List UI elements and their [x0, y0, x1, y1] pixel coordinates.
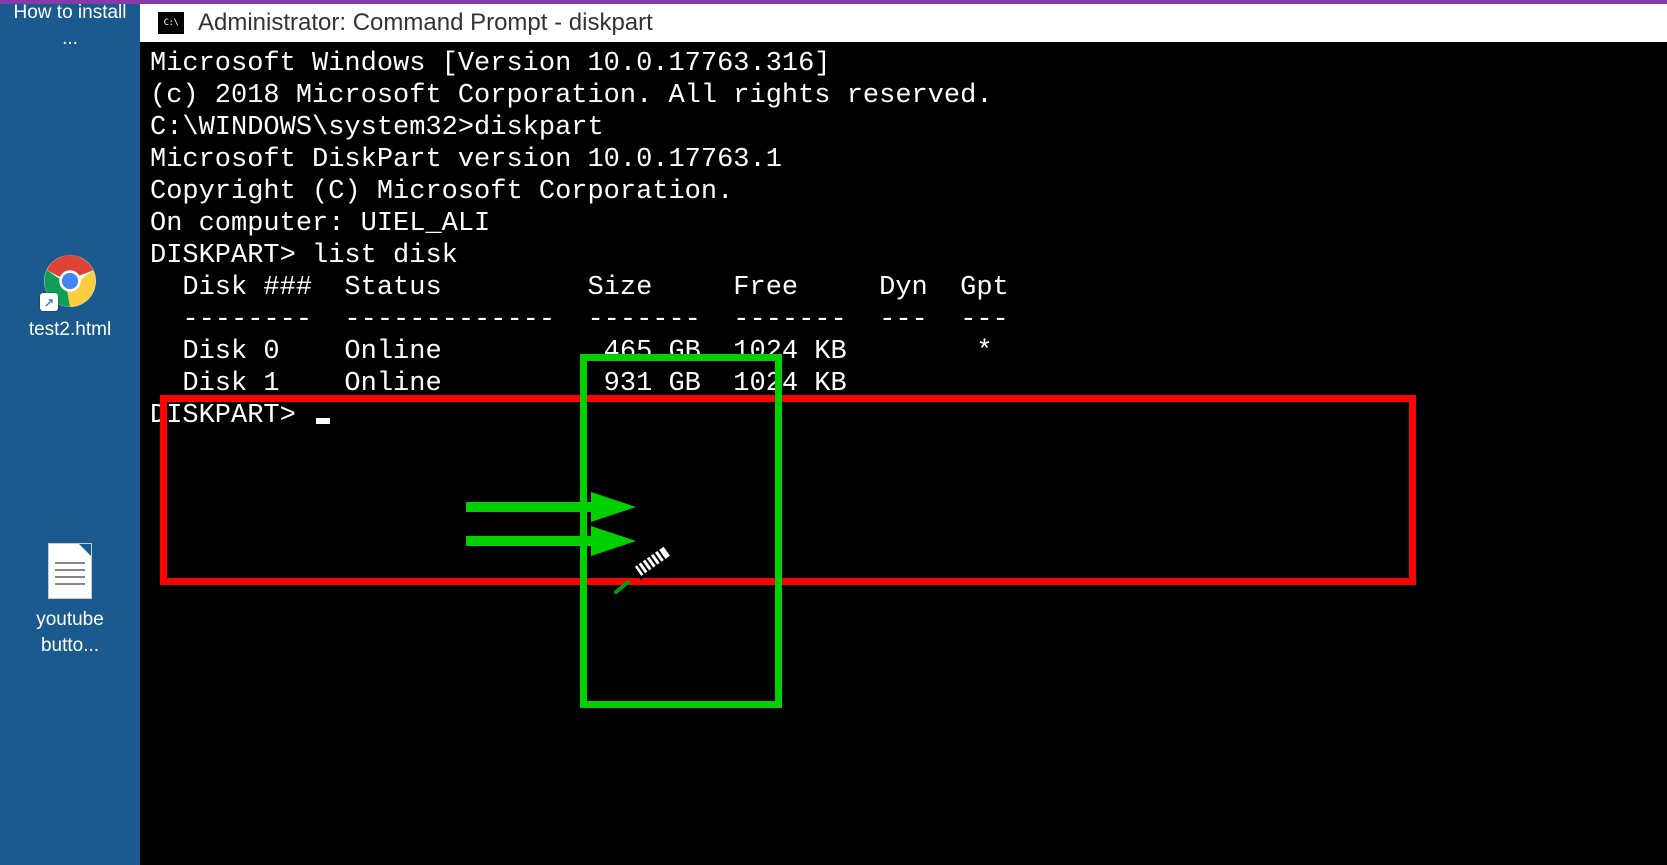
text-cursor — [316, 418, 330, 424]
terminal-line: Disk ### Status Size Free Dyn Gpt — [150, 272, 1657, 304]
desktop-shortcut-youtube[interactable]: youtube butto... — [10, 543, 130, 658]
desktop-area: How to install ... ↗ test2.html — [0, 0, 140, 865]
desktop-shortcut-test2[interactable]: ↗ test2.html — [10, 251, 130, 343]
terminal-line: -------- ------------- ------- ------- -… — [150, 304, 1657, 336]
window-title: Administrator: Command Prompt - diskpart — [198, 9, 653, 37]
shortcut-overlay-icon: ↗ — [40, 293, 58, 311]
desktop-shortcut-howto[interactable]: How to install ... — [10, 0, 130, 51]
text-file-icon — [48, 543, 92, 599]
command-prompt-window: C:\ Administrator: Command Prompt - disk… — [140, 4, 1667, 865]
terminal-line: On computer: UIEL_ALI — [150, 208, 1657, 240]
terminal-line: (c) 2018 Microsoft Corporation. All righ… — [150, 80, 1657, 112]
desktop-icon-label: How to install ... — [14, 2, 127, 49]
terminal-line: Copyright (C) Microsoft Corporation. — [150, 176, 1657, 208]
terminal-line: Disk 0 Online 465 GB 1024 KB * — [150, 336, 1657, 368]
window-titlebar[interactable]: C:\ Administrator: Command Prompt - disk… — [140, 4, 1667, 42]
terminal-line: Microsoft DiskPart version 10.0.17763.1 — [150, 144, 1657, 176]
terminal-line: Microsoft Windows [Version 10.0.17763.31… — [150, 48, 1657, 80]
terminal-output[interactable]: Microsoft Windows [Version 10.0.17763.31… — [140, 42, 1667, 865]
terminal-line: C:\WINDOWS\system32>diskpart — [150, 112, 1657, 144]
prompt-text: DISKPART> — [150, 401, 312, 431]
window-accent-bar — [0, 0, 1667, 4]
desktop-icon-label: youtube butto... — [36, 609, 104, 656]
terminal-prompt[interactable]: DISKPART> — [150, 400, 1657, 432]
terminal-line: DISKPART> list disk — [150, 240, 1657, 272]
terminal-line: Disk 1 Online 931 GB 1024 KB — [150, 368, 1657, 400]
desktop-icon-label: test2.html — [29, 319, 111, 340]
cmd-icon: C:\ — [158, 12, 184, 34]
